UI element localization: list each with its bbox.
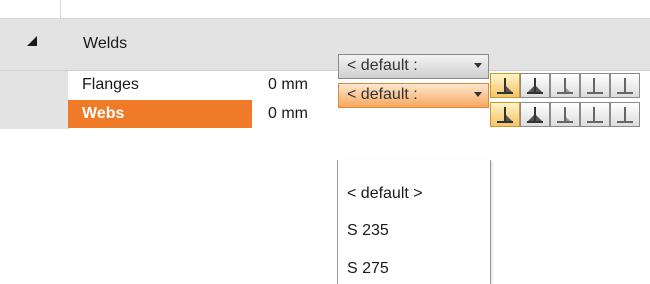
weld-button-2-flanges[interactable] <box>520 73 550 98</box>
weld-button-2-webs[interactable] <box>520 102 550 127</box>
weld-type-4-icon <box>587 78 603 94</box>
row-gutter <box>0 71 69 129</box>
weld-type-5-icon <box>617 78 633 94</box>
weld-button-4-flanges[interactable] <box>580 73 610 98</box>
dropdown-option-s235[interactable]: S 235 <box>347 222 389 240</box>
property-name-flanges[interactable]: Flanges <box>68 71 252 99</box>
weld-button-5-flanges[interactable] <box>610 73 640 98</box>
weld-button-1-webs[interactable] <box>490 102 520 127</box>
fillet-weld-both-sides-icon <box>527 78 543 94</box>
section-title: Welds <box>83 35 128 52</box>
property-name-webs[interactable]: Webs <box>68 100 252 128</box>
chevron-down-icon[interactable] <box>474 63 482 68</box>
material-combo-webs[interactable]: < default : <box>338 83 489 108</box>
fillet-weld-both-sides-icon <box>527 107 543 123</box>
collapse-triangle-icon[interactable] <box>24 33 40 49</box>
weld-type-3-icon <box>557 107 573 123</box>
chevron-down-icon[interactable] <box>474 92 482 97</box>
combo-selected-value: < default : <box>347 86 418 103</box>
material-combo-flanges[interactable]: < default : <box>338 54 489 79</box>
dropdown-option-s275[interactable]: S 275 <box>347 260 389 278</box>
weld-button-4-webs[interactable] <box>580 102 610 127</box>
dropdown-option-default[interactable]: < default > <box>347 185 423 203</box>
weld-type-4-icon <box>587 107 603 123</box>
thickness-value-flanges: 0 mm <box>268 76 308 93</box>
weld-button-5-webs[interactable] <box>610 102 640 127</box>
material-dropdown-list[interactable]: < default > S 235 S 275 <box>337 160 491 284</box>
column-divider <box>60 0 61 18</box>
weld-button-3-flanges[interactable] <box>550 73 580 98</box>
weld-button-1-flanges[interactable] <box>490 73 520 98</box>
grid-top-border <box>0 0 650 19</box>
weld-type-5-icon <box>617 107 633 123</box>
weld-button-3-webs[interactable] <box>550 102 580 127</box>
fillet-weld-one-side-icon <box>497 107 513 123</box>
fillet-weld-one-side-icon <box>497 78 513 94</box>
thickness-value-webs: 0 mm <box>268 105 308 122</box>
combo-selected-value: < default : <box>347 57 418 74</box>
weld-type-3-icon <box>557 78 573 94</box>
section-header-welds[interactable]: Welds <box>0 19 650 71</box>
